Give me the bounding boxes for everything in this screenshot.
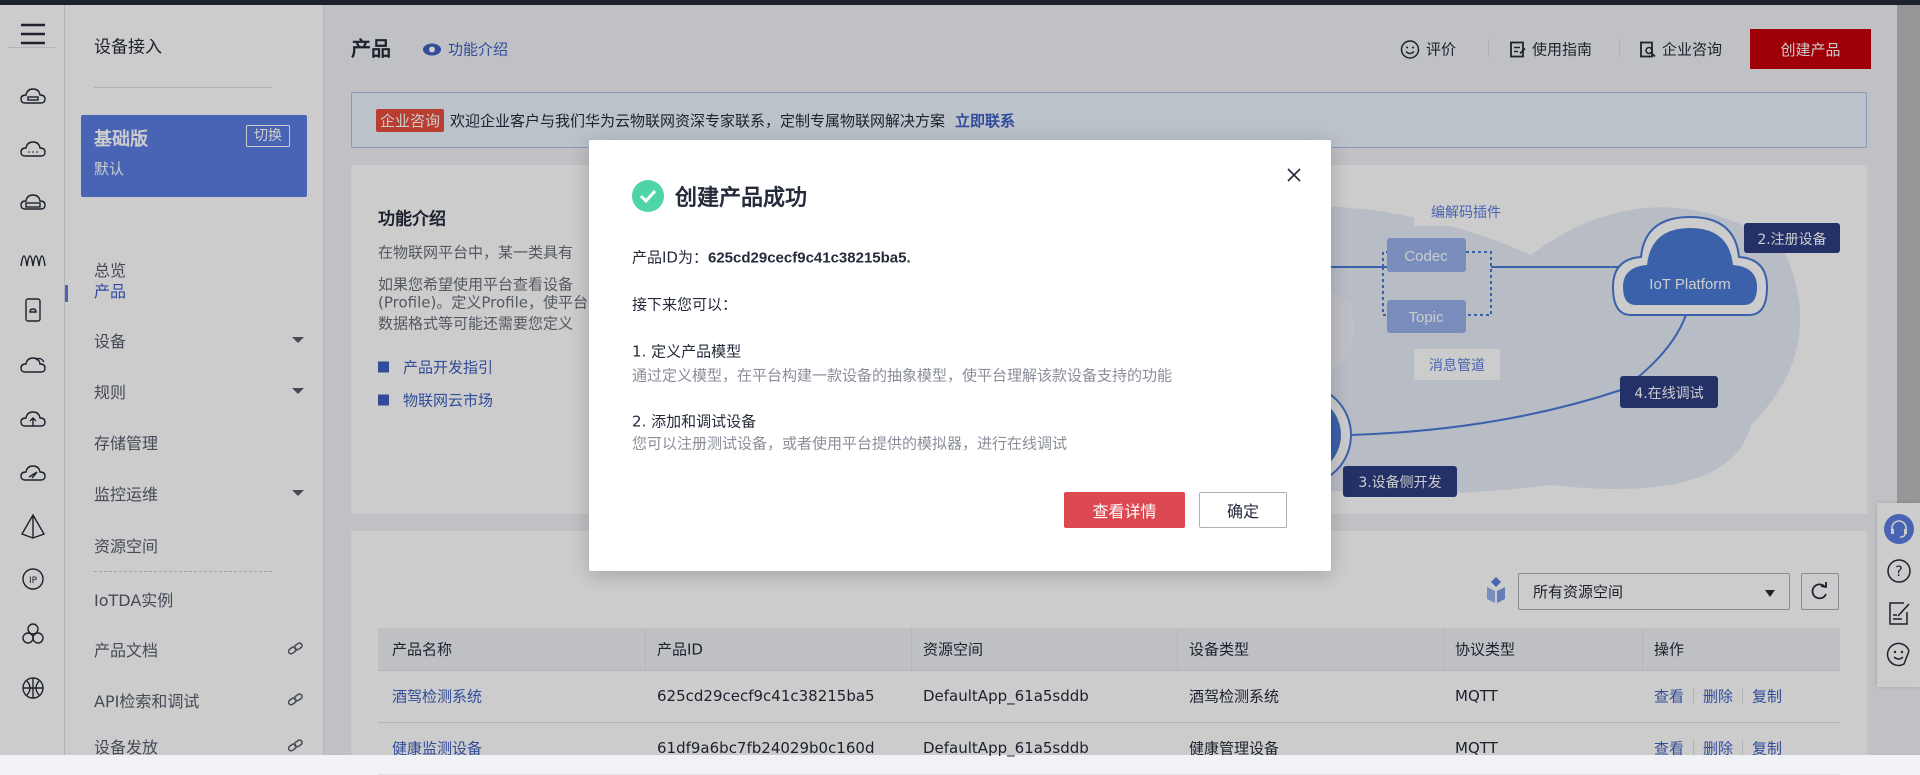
step1-title: 1. 定义产品模型 <box>632 342 742 361</box>
check-circle-icon <box>632 180 664 212</box>
step2-title: 2. 添加和调试设备 <box>632 412 757 431</box>
step2-desc: 您可以注册测试设备，或者使用平台提供的模拟器，进行在线调试 <box>632 434 1068 453</box>
success-dialog: 创建产品成功 产品ID为：625cd29cecf9c41c38215ba5. 接… <box>589 140 1331 571</box>
product-id: 625cd29cecf9c41c38215ba5. <box>707 249 911 267</box>
confirm-button[interactable]: 确定 <box>1199 492 1287 528</box>
close-icon[interactable] <box>1283 164 1305 186</box>
step1-desc: 通过定义模型，在平台构建一款设备的抽象模型，使平台理解该款设备支持的功能 <box>632 366 1173 385</box>
id-label: 产品ID为： <box>632 248 708 267</box>
dialog-title: 创建产品成功 <box>675 186 808 211</box>
next-steps-label: 接下来您可以： <box>632 295 738 314</box>
view-details-button[interactable]: 查看详情 <box>1064 492 1185 528</box>
